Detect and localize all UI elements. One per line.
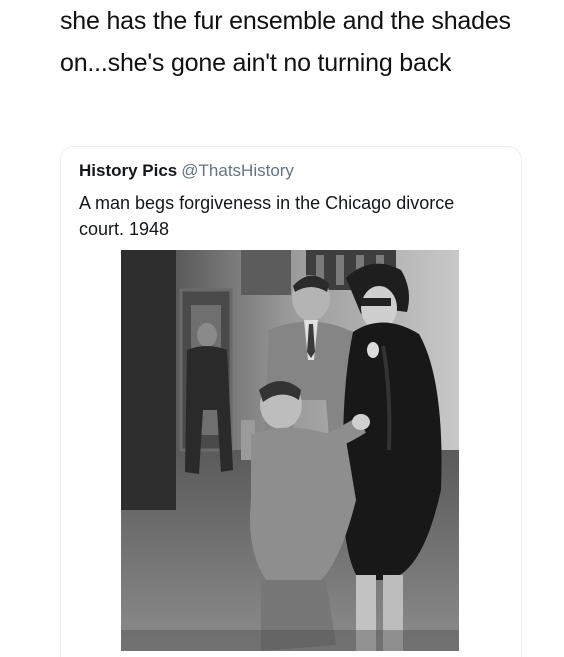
quoted-tweet-handle[interactable]: @ThatsHistory — [181, 161, 294, 180]
historical-photo-illustration — [121, 250, 459, 651]
quoted-tweet-text: A man begs forgiveness in the Chicago di… — [79, 193, 455, 239]
quoted-tweet-header: History Pics @ThatsHistory — [79, 159, 294, 183]
post-caption: she has the fur ensemble and the shades … — [60, 7, 511, 77]
quoted-tweet-author[interactable]: History Pics — [79, 161, 177, 180]
historical-photo — [121, 250, 459, 651]
